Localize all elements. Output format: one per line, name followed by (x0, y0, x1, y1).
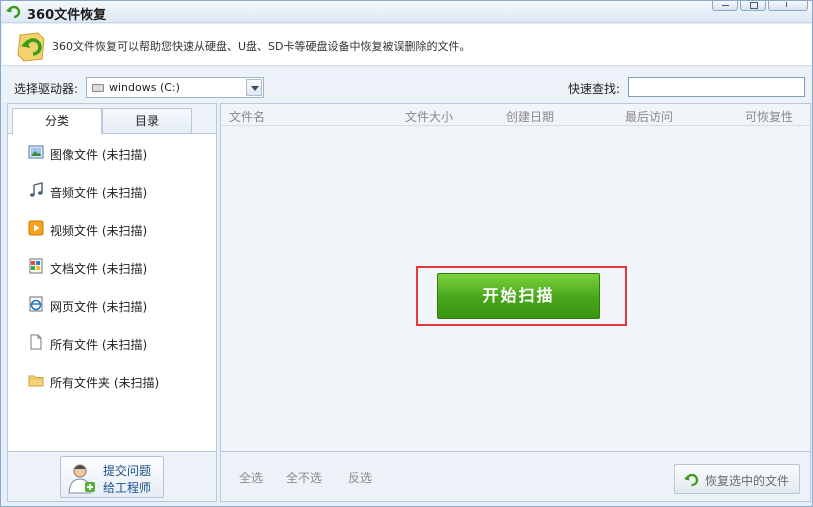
scan-highlight-box: 开始扫描 (416, 266, 627, 326)
category-label: 文档文件 (未扫描) (50, 262, 148, 276)
category-label: 视频文件 (未扫描) (50, 224, 148, 238)
restore-arrow-icon (17, 32, 45, 62)
category-item-video[interactable]: 视频文件 (未扫描) (8, 212, 216, 250)
column-header-accessed[interactable]: 最后访问 (625, 108, 673, 125)
chevron-down-icon[interactable] (246, 79, 262, 96)
invert-selection-link[interactable]: 反选 (348, 469, 372, 486)
drive-label: 选择驱动器: (14, 82, 79, 96)
panel-tabs: 分类 目录 (8, 104, 216, 135)
close-button[interactable] (768, 1, 808, 11)
category-item-audio[interactable]: 音频文件 (未扫描) (8, 174, 216, 212)
category-item-webpages[interactable]: 网页文件 (未扫描) (8, 288, 216, 326)
start-scan-button[interactable]: 开始扫描 (437, 273, 600, 319)
action-bar: 全选 全不选 反选 恢复选中的文件 (220, 452, 811, 502)
category-panel: 分类 目录 图像文件 (未扫描) 音频文件 (未扫描) 视频文件 (未扫描) 文… (7, 103, 217, 452)
file-icon (30, 334, 42, 350)
minimize-button[interactable] (712, 1, 738, 11)
engineer-icon (68, 464, 95, 494)
hard-drive-icon (92, 84, 104, 92)
feedback-button[interactable]: 提交问题 给工程师 (60, 456, 164, 498)
category-item-images[interactable]: 图像文件 (未扫描) (8, 136, 216, 174)
file-list-panel: 文件名 文件大小 创建日期 最后访问 可恢复性 开始扫描 (220, 103, 811, 452)
drive-selection-row: 选择驱动器: windows (C:) 快速查找: (2, 67, 812, 103)
folder-icon (28, 375, 44, 387)
select-all-link[interactable]: 全选 (239, 469, 263, 486)
recover-selected-button[interactable]: 恢复选中的文件 (674, 464, 800, 494)
feedback-line2: 给工程师 (103, 481, 152, 495)
webpage-icon (29, 296, 43, 312)
title-bar: 360文件恢复 (1, 1, 812, 23)
select-none-link[interactable]: 全不选 (286, 469, 322, 486)
audio-icon (30, 182, 43, 197)
video-icon (28, 220, 44, 236)
recover-selected-label: 恢复选中的文件 (705, 474, 790, 488)
column-header-created[interactable]: 创建日期 (506, 108, 554, 125)
tab-directory[interactable]: 目录 (102, 108, 192, 134)
app-logo-icon (6, 5, 21, 19)
feedback-area: 提交问题 给工程师 (7, 452, 217, 502)
app-window: 360文件恢复 360文件恢复可以帮助您快速从硬盘、U盘、SD卡等硬盘设备中恢复… (0, 0, 813, 507)
drive-select[interactable]: windows (C:) (86, 77, 264, 98)
banner-description: 360文件恢复可以帮助您快速从硬盘、U盘、SD卡等硬盘设备中恢复被误删除的文件。 (52, 40, 471, 53)
info-banner: 360文件恢复可以帮助您快速从硬盘、U盘、SD卡等硬盘设备中恢复被误删除的文件。 (2, 24, 812, 66)
category-label: 所有文件 (未扫描) (50, 338, 148, 352)
category-list: 图像文件 (未扫描) 音频文件 (未扫描) 视频文件 (未扫描) 文档文件 (未… (8, 136, 216, 402)
category-label: 图像文件 (未扫描) (50, 148, 148, 162)
search-input[interactable] (628, 77, 805, 97)
window-controls (710, 1, 808, 11)
column-header-size[interactable]: 文件大小 (405, 108, 453, 125)
category-label: 网页文件 (未扫描) (50, 300, 148, 314)
tab-category[interactable]: 分类 (12, 108, 102, 135)
category-item-all-folders[interactable]: 所有文件夹 (未扫描) (8, 364, 216, 402)
category-item-documents[interactable]: 文档文件 (未扫描) (8, 250, 216, 288)
category-label: 所有文件夹 (未扫描) (50, 376, 160, 390)
file-list-header: 文件名 文件大小 创建日期 最后访问 可恢复性 (221, 104, 810, 126)
category-label: 音频文件 (未扫描) (50, 186, 148, 200)
column-header-recoverability[interactable]: 可恢复性 (745, 108, 793, 125)
restore-arrow-icon (684, 473, 699, 487)
maximize-button[interactable] (740, 1, 766, 11)
search-label: 快速查找: (568, 82, 621, 96)
column-header-filename[interactable]: 文件名 (229, 108, 265, 125)
feedback-line1: 提交问题 (103, 464, 152, 478)
document-icon (29, 258, 43, 274)
image-icon (28, 145, 44, 159)
category-item-all-files[interactable]: 所有文件 (未扫描) (8, 326, 216, 364)
drive-select-value: windows (C:) (109, 81, 180, 94)
window-title: 360文件恢复 (27, 8, 107, 23)
